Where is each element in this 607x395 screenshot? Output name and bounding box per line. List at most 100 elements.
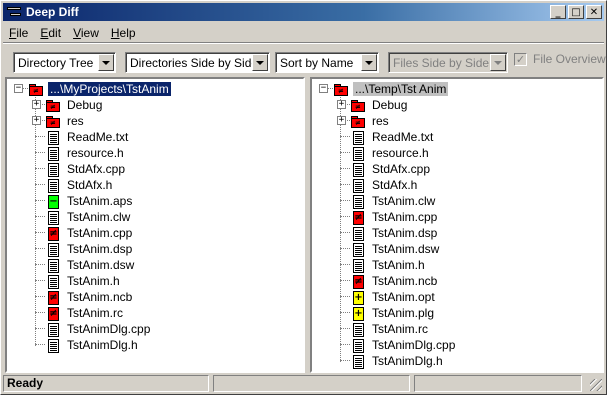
left-tree-pane[interactable]: ≠ ...\MyProjects\TstAnim − + ≠ Debug + ≠ res Read… xyxy=(5,77,305,373)
file-item[interactable]: − TstAnim.aps xyxy=(45,193,134,209)
file-item[interactable]: TstAnimDlg.cpp xyxy=(350,337,457,353)
tree-item-label: TstAnim.h xyxy=(67,274,120,288)
file-item[interactable]: TstAnim.dsw xyxy=(350,241,441,257)
file-icon xyxy=(350,194,366,209)
file-item[interactable]: TstAnim.h xyxy=(350,257,427,273)
tree-item-label: StdAfx.h xyxy=(67,178,113,192)
file-item[interactable]: + TstAnim.opt xyxy=(350,289,437,305)
file-item[interactable]: ≠ TstAnim.ncb xyxy=(350,273,439,289)
file-icon xyxy=(45,338,61,353)
collapse-toggle[interactable]: − xyxy=(319,84,328,93)
file-icon xyxy=(45,210,61,225)
tree-connector xyxy=(35,264,45,265)
tree-item-label: TstAnimDlg.cpp xyxy=(372,338,456,352)
tree-item-label: TstAnim.ncb xyxy=(372,274,438,288)
file-item[interactable]: resource.h xyxy=(350,145,431,161)
file-item[interactable]: + TstAnim.plg xyxy=(350,305,436,321)
tree-root-label[interactable]: ...\Temp\Tst Anim xyxy=(353,82,449,96)
tree-connector xyxy=(340,360,350,361)
tree-connector xyxy=(340,280,350,281)
tree-connector xyxy=(35,200,45,201)
chevron-down-icon[interactable] xyxy=(252,54,268,71)
file-item[interactable]: StdAfx.h xyxy=(350,177,419,193)
menu-view[interactable]: View xyxy=(67,26,105,40)
tree-connector xyxy=(35,296,45,297)
file-overview-label: File Overview xyxy=(533,52,606,66)
file-item[interactable]: ≠ TstAnim.cpp xyxy=(350,209,439,225)
tree-connector xyxy=(340,296,350,297)
file-item[interactable]: TstAnim.dsw xyxy=(45,257,136,273)
file-item[interactable]: TstAnim.h xyxy=(45,273,122,289)
tree-root[interactable]: ≠ ...\MyProjects\TstAnim xyxy=(28,81,171,97)
window-title: Deep Diff xyxy=(26,5,79,19)
file-item[interactable]: resource.h xyxy=(45,145,126,161)
file-item[interactable]: ReadMe.txt xyxy=(350,129,435,145)
menu-file[interactable]: File xyxy=(3,26,34,40)
file-item[interactable]: TstAnimDlg.h xyxy=(350,353,445,369)
file-item[interactable]: TstAnim.clw xyxy=(350,193,437,209)
minimize-button[interactable]: _ xyxy=(550,5,566,19)
file-icon xyxy=(45,322,61,337)
tree-connector xyxy=(35,152,45,153)
folder-item[interactable]: ≠ res xyxy=(350,113,391,129)
expand-toggle[interactable]: + xyxy=(337,100,346,109)
tree-root[interactable]: ≠ ...\Temp\Tst Anim xyxy=(333,81,449,97)
tree-connector xyxy=(35,328,45,329)
tree-connector xyxy=(340,312,350,313)
tree-item-label: StdAfx.cpp xyxy=(67,162,126,176)
tree-item-label: TstAnim.plg xyxy=(372,306,435,320)
file-item[interactable]: TstAnim.dsp xyxy=(45,241,134,257)
file-item[interactable]: TstAnimDlg.cpp xyxy=(45,321,152,337)
file-item[interactable]: StdAfx.h xyxy=(45,177,114,193)
file-icon xyxy=(350,258,366,273)
file-item[interactable]: StdAfx.cpp xyxy=(45,161,127,177)
layout-dropdown[interactable]: Directories Side by Side xyxy=(125,52,270,73)
folder-item[interactable]: ≠ res xyxy=(45,113,86,129)
file-icon xyxy=(350,226,366,241)
menu-edit[interactable]: Edit xyxy=(34,26,67,40)
tree-connector xyxy=(35,168,45,169)
file-item[interactable]: TstAnim.clw xyxy=(45,209,132,225)
file-item[interactable]: ReadMe.txt xyxy=(45,129,130,145)
expand-toggle[interactable]: + xyxy=(337,116,346,125)
file-item[interactable]: ≠ TstAnim.ncb xyxy=(45,289,134,305)
file-item[interactable]: ≠ TstAnim.rc xyxy=(45,305,125,321)
tree-item-label: TstAnim.opt xyxy=(372,290,435,304)
file-item[interactable]: ≠ TstAnim.cpp xyxy=(45,225,134,241)
file-icon xyxy=(45,146,61,161)
expand-toggle[interactable]: + xyxy=(32,100,41,109)
file-icon xyxy=(350,178,366,193)
chevron-down-icon[interactable] xyxy=(98,54,114,71)
tree-connector xyxy=(340,264,350,265)
expand-toggle[interactable]: + xyxy=(32,116,41,125)
title-bar[interactable]: Deep Diff _ □ ✕ xyxy=(3,3,604,21)
file-icon xyxy=(350,130,366,145)
close-button[interactable]: ✕ xyxy=(586,5,602,19)
file-item[interactable]: TstAnim.rc xyxy=(350,321,430,337)
tree-item-label: res xyxy=(372,114,389,128)
file-item[interactable]: TstAnimDlg.h xyxy=(45,337,140,353)
tree-item-label: Debug xyxy=(372,98,408,112)
tree-connector xyxy=(23,88,28,89)
view-mode-dropdown[interactable]: Directory Tree xyxy=(13,52,116,73)
folder-item[interactable]: ≠ Debug xyxy=(350,97,409,113)
file-icon: ≠ xyxy=(353,210,364,225)
maximize-button[interactable]: □ xyxy=(568,5,584,19)
folder-icon: ≠ xyxy=(45,114,61,129)
right-tree-pane[interactable]: ≠ ...\Temp\Tst Anim − + ≠ Debug + ≠ res ReadMe.tx… xyxy=(310,77,604,373)
tree-connector xyxy=(35,248,45,249)
sort-dropdown[interactable]: Sort by Name xyxy=(275,52,379,73)
file-item[interactable]: TstAnim.dsp xyxy=(350,225,439,241)
tree-item-label: StdAfx.cpp xyxy=(372,162,431,176)
folder-item[interactable]: ≠ Debug xyxy=(45,97,104,113)
menu-help[interactable]: Help xyxy=(105,26,142,40)
chevron-down-icon[interactable] xyxy=(361,54,377,71)
file-icon xyxy=(350,146,366,161)
collapse-toggle[interactable]: − xyxy=(14,84,23,93)
resize-grip[interactable] xyxy=(590,379,602,391)
tree-root-label[interactable]: ...\MyProjects\TstAnim xyxy=(48,82,171,96)
file-item[interactable]: StdAfx.cpp xyxy=(350,161,432,177)
left-tree[interactable]: ≠ ...\MyProjects\TstAnim − + ≠ Debug + ≠ res Read… xyxy=(7,79,303,371)
tree-connector xyxy=(340,216,350,217)
right-tree[interactable]: ≠ ...\Temp\Tst Anim − + ≠ Debug + ≠ res ReadMe.tx… xyxy=(312,79,602,371)
